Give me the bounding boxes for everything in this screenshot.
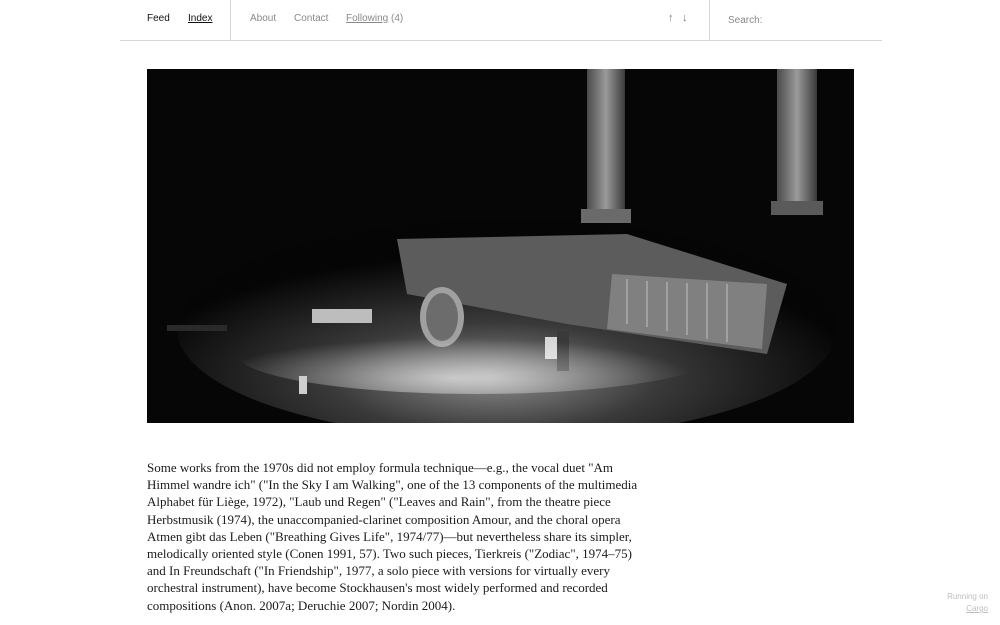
- down-arrow-icon[interactable]: ↓: [682, 12, 688, 24]
- nav-feed-link[interactable]: Feed: [147, 13, 170, 24]
- nav-about-link[interactable]: About: [250, 13, 276, 24]
- search-divider: [709, 0, 710, 40]
- up-arrow-icon[interactable]: ↑: [668, 12, 674, 24]
- nav-contact-link[interactable]: Contact: [294, 13, 328, 24]
- search-input[interactable]: [728, 12, 868, 28]
- nav-following-link[interactable]: Following (4): [346, 13, 403, 24]
- following-count: (4): [391, 13, 404, 24]
- cargo-link[interactable]: Cargo: [947, 603, 988, 615]
- running-on-label: Running on: [947, 592, 988, 601]
- following-label: Following: [346, 13, 389, 24]
- nav-divider: [230, 0, 231, 40]
- nav-index-link[interactable]: Index: [188, 13, 212, 24]
- post-text: Some works from the 1970s did not employ…: [147, 460, 638, 613]
- cargo-badge: Running on Cargo: [947, 591, 988, 615]
- top-navigation-bar: Feed Index About Contact Following (4) ↑…: [120, 0, 882, 41]
- concert-photo: [147, 69, 854, 423]
- concert-photo-icon: [147, 69, 854, 423]
